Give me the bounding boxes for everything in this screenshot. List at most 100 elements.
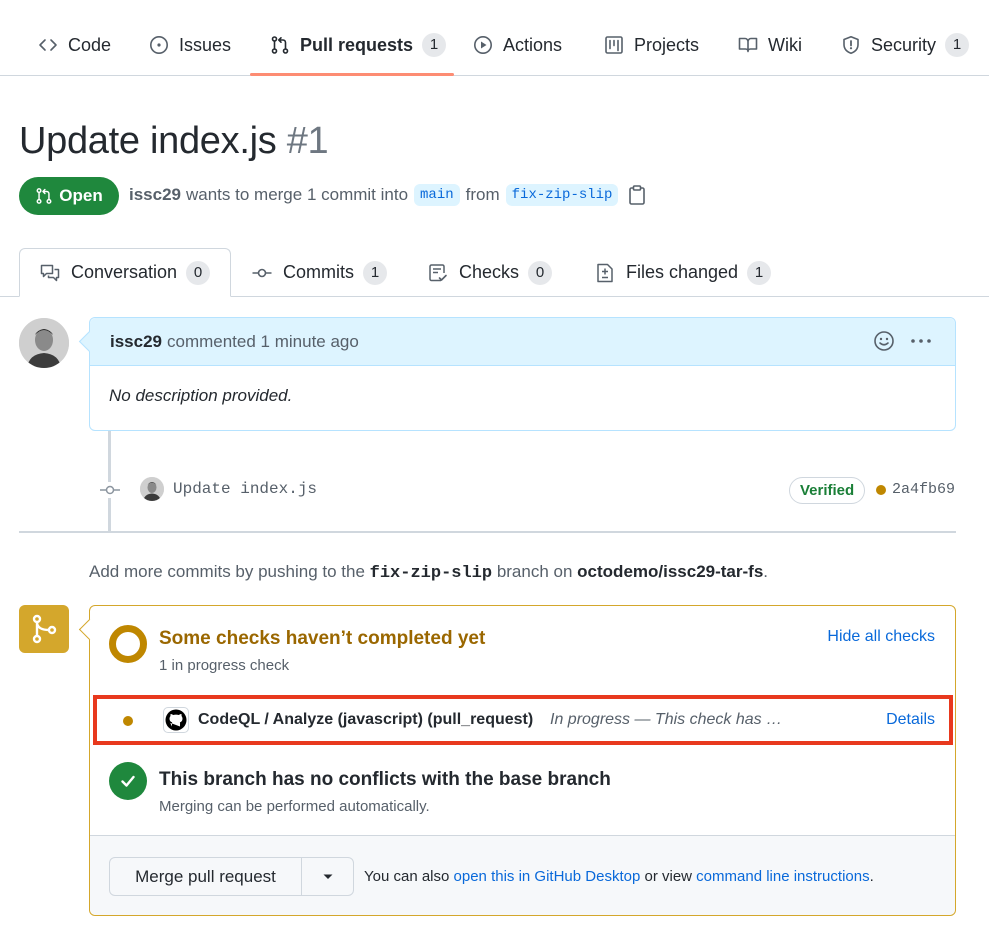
tab-files-changed[interactable]: Files changed 1 (595, 248, 772, 297)
nav-wiki[interactable]: Wiki (738, 22, 802, 68)
nav-security-count: 1 (945, 33, 970, 57)
push-hint-middle: branch on (496, 562, 573, 581)
avatar[interactable] (19, 318, 69, 368)
nav-code-label: Code (68, 34, 112, 55)
checklist-icon (429, 263, 447, 281)
tab-conversation-label: Conversation (71, 262, 178, 282)
merge-method-dropdown-button[interactable] (301, 857, 354, 896)
tab-conversation-count: 0 (186, 260, 211, 285)
timeline-line (108, 431, 111, 531)
hide-all-checks-link[interactable]: Hide all checks (827, 628, 935, 646)
checks-subtitle: 1 in progress check (159, 657, 290, 674)
pr-state-badge: Open (19, 177, 119, 215)
git-merge-icon (32, 614, 57, 644)
merge-hint-prefix: You can also (364, 868, 450, 885)
merge-hint-middle: or view (644, 868, 692, 885)
check-row: CodeQL / Analyze (javascript) (pull_requ… (93, 695, 953, 745)
push-hint-suffix: . (763, 562, 769, 581)
merge-pull-request-button[interactable]: Merge pull request (109, 857, 302, 896)
tab-commits[interactable]: Commits 1 (252, 248, 387, 297)
tab-commits-count: 1 (363, 260, 387, 285)
nav-issues[interactable]: Issues (149, 22, 231, 68)
push-hint-prefix: Add more commits by pushing to the (89, 562, 365, 581)
avatar-image (19, 318, 69, 368)
kebab-horizontal-icon[interactable] (909, 330, 933, 352)
active-nav-underline (250, 73, 454, 76)
nav-pull-requests[interactable]: Pull requests 1 (270, 22, 447, 68)
merge-status-icon (19, 605, 69, 653)
timeline-divider (19, 531, 956, 533)
pr-title-text: Update index.js (19, 120, 277, 162)
project-icon (605, 36, 623, 54)
book-icon (738, 37, 758, 53)
tab-checks-label: Checks (459, 262, 520, 282)
merge-hint-suffix: . (869, 868, 874, 885)
nav-projects[interactable]: Projects (604, 22, 699, 68)
comment-actions (873, 330, 933, 352)
issue-opened-icon (150, 36, 168, 54)
comment-discussion-icon (40, 264, 60, 281)
tab-checks[interactable]: Checks 0 (428, 248, 553, 297)
pr-number: #1 (286, 120, 329, 162)
tab-commits-label: Commits (283, 262, 354, 282)
tab-files-changed-label: Files changed (626, 262, 739, 282)
comment-body: No description provided. (109, 386, 293, 405)
nav-pull-requests-label: Pull requests (300, 34, 414, 55)
comment: issc29 commented 1 minute ago No descrip… (89, 317, 956, 431)
commit-message-link[interactable]: Update index.js (173, 480, 317, 498)
merge-hint: You can also open this in GitHub Desktop… (364, 868, 874, 885)
git-commit-icon (252, 268, 272, 277)
in-progress-dot-icon (123, 716, 133, 726)
commit-avatar-image (140, 477, 164, 501)
nav-actions-label: Actions (503, 34, 563, 55)
nav-issues-label: Issues (179, 34, 232, 55)
comment-timestamp[interactable]: commented 1 minute ago (167, 332, 359, 352)
nav-security[interactable]: Security 1 (841, 22, 970, 68)
copy-icon[interactable] (628, 185, 646, 205)
pr-merge-text: wants to merge 1 commit into (186, 185, 409, 204)
shield-icon (843, 36, 859, 55)
push-hint-branch: fix-zip-slip (369, 564, 493, 583)
git-commit-icon (100, 482, 120, 498)
tab-files-changed-count: 1 (747, 260, 772, 285)
check-details-link[interactable]: Details (886, 711, 935, 729)
check-circle-icon (109, 762, 147, 800)
git-pull-request-icon (271, 36, 289, 54)
repo-nav: Code Issues Pull requests 1 Actions Proj… (0, 0, 989, 76)
nav-pull-requests-count: 1 (422, 33, 447, 57)
file-diff-icon (597, 263, 613, 282)
nav-projects-label: Projects (634, 34, 700, 55)
nav-actions[interactable]: Actions (473, 22, 562, 68)
comment-header: issc29 commented 1 minute ago (90, 318, 955, 366)
pending-ring-icon (109, 625, 147, 663)
smiley-icon[interactable] (873, 330, 895, 352)
command-line-instructions-link[interactable]: command line instructions (696, 868, 869, 885)
pr-title: Update index.js #1 (19, 120, 329, 163)
pr-meta: issc29 wants to merge 1 commit into main… (129, 184, 646, 206)
pending-status-dot[interactable] (876, 485, 886, 495)
comment-author[interactable]: issc29 (110, 332, 162, 352)
nav-wiki-label: Wiki (768, 34, 802, 55)
pr-author-link[interactable]: issc29 (129, 185, 181, 205)
base-branch[interactable]: main (414, 184, 460, 206)
nav-security-label: Security (871, 34, 937, 55)
no-conflicts-title: This branch has no conflicts with the ba… (159, 769, 611, 790)
git-pull-request-icon (36, 188, 52, 204)
code-icon (39, 39, 57, 51)
head-branch[interactable]: fix-zip-slip (505, 184, 619, 206)
nav-code[interactable]: Code (38, 22, 111, 68)
commit-avatar[interactable] (140, 477, 164, 501)
commit-sha-link[interactable]: 2a4fb69 (892, 481, 955, 498)
verified-badge[interactable]: Verified (789, 477, 866, 504)
check-status: In progress — This check has … (550, 711, 783, 728)
open-github-desktop-link[interactable]: open this in GitHub Desktop (454, 868, 641, 885)
pr-from-text: from (465, 185, 500, 204)
check-name: CodeQL / Analyze (javascript) (pull_requ… (198, 711, 534, 728)
tab-conversation[interactable]: Conversation 0 (19, 248, 231, 297)
merge-box: Some checks haven’t completed yet 1 in p… (89, 605, 956, 916)
github-logo-icon (163, 707, 189, 733)
merge-footer: Merge pull request You can also open thi… (90, 835, 955, 915)
pr-state-label: Open (59, 186, 103, 205)
push-hint: Add more commits by pushing to the fix-z… (89, 562, 768, 583)
play-icon (474, 36, 492, 54)
